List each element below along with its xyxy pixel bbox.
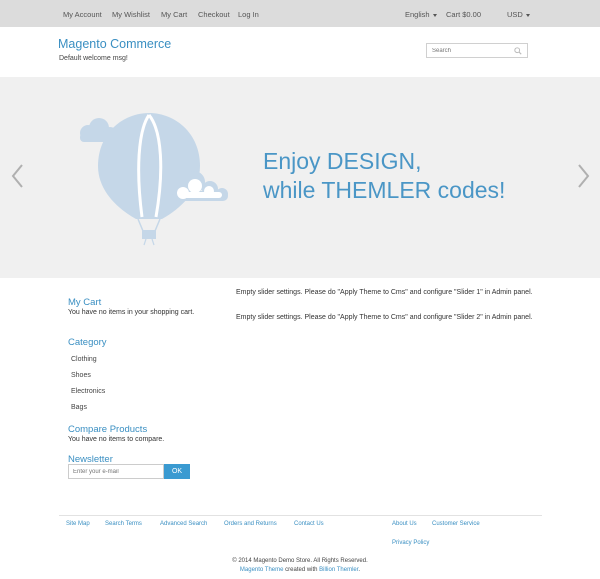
footer-link-privacy-policy[interactable]: Privacy Policy <box>392 540 429 546</box>
footer-link-about-us[interactable]: About Us <box>392 521 417 527</box>
theme-credit: Magento Theme created with Billion Theml… <box>0 567 600 573</box>
credit-end-text: . <box>358 567 361 573</box>
currency-dropdown[interactable]: USD <box>507 10 530 19</box>
log-in-link[interactable]: Log In <box>238 10 259 19</box>
footer-link-orders-returns[interactable]: Orders and Returns <box>224 521 277 527</box>
category-item-shoes[interactable]: Shoes <box>71 372 91 379</box>
cart-empty-message: You have no items in your shopping cart. <box>68 309 195 316</box>
cart-link[interactable]: Cart $0.00 <box>446 10 481 19</box>
top-bar: My Account My Wishlist My Cart Checkout … <box>0 0 600 27</box>
copyright-text: © 2014 Magento Demo Store. All Rights Re… <box>232 558 368 564</box>
balloon-illustration <box>80 113 228 246</box>
chevron-down-icon <box>525 13 530 17</box>
category-item-electronics[interactable]: Electronics <box>71 388 105 395</box>
chevron-right-icon[interactable] <box>577 163 591 189</box>
newsletter-email-input[interactable] <box>68 464 164 479</box>
hero-slider: Enjoy DESIGN, while THEMLER codes! <box>0 77 600 278</box>
category-item-bags[interactable]: Bags <box>71 404 87 411</box>
search-box <box>426 43 528 58</box>
compare-empty-message: You have no items to compare. <box>68 436 165 443</box>
footer-divider <box>59 515 542 516</box>
footer-link-advanced-search[interactable]: Advanced Search <box>160 521 207 527</box>
my-account-link[interactable]: My Account <box>63 10 102 19</box>
footer-link-site-map[interactable]: Site Map <box>66 521 90 527</box>
category-title: Category <box>68 337 107 348</box>
category-item-clothing[interactable]: Clothing <box>71 356 97 363</box>
headline-line-2: while THEMLER codes! <box>263 177 506 203</box>
themler-link[interactable]: Billion Themler <box>319 567 358 573</box>
newsletter-ok-button[interactable]: OK <box>164 464 190 479</box>
headline-line-1: Enjoy DESIGN, <box>263 148 422 174</box>
magento-theme-link[interactable]: Magento Theme <box>240 567 284 573</box>
welcome-message: Default welcome msg! <box>59 55 128 62</box>
footer-link-customer-service[interactable]: Customer Service <box>432 521 480 527</box>
footer-link-search-terms[interactable]: Search Terms <box>105 521 142 527</box>
slider-1-message: Empty slider settings. Please do "Apply … <box>236 289 533 296</box>
search-icon[interactable] <box>514 47 522 55</box>
footer-link-contact-us[interactable]: Contact Us <box>294 521 324 527</box>
currency-label: USD <box>507 10 523 19</box>
slider-headline: Enjoy DESIGN, while THEMLER codes! <box>263 147 505 205</box>
my-wishlist-link[interactable]: My Wishlist <box>112 10 150 19</box>
chevron-down-icon <box>432 13 437 17</box>
credit-mid-text: created with <box>283 567 320 573</box>
slider-2-message: Empty slider settings. Please do "Apply … <box>236 314 533 321</box>
search-input[interactable] <box>432 46 512 56</box>
chevron-left-icon[interactable] <box>10 163 24 189</box>
language-label: English <box>405 10 430 19</box>
my-cart-link[interactable]: My Cart <box>161 10 187 19</box>
compare-products-title: Compare Products <box>68 424 148 435</box>
checkout-link[interactable]: Checkout <box>198 10 230 19</box>
store-title[interactable]: Magento Commerce <box>58 37 171 51</box>
my-cart-title: My Cart <box>68 297 102 308</box>
language-dropdown[interactable]: English <box>405 10 437 19</box>
